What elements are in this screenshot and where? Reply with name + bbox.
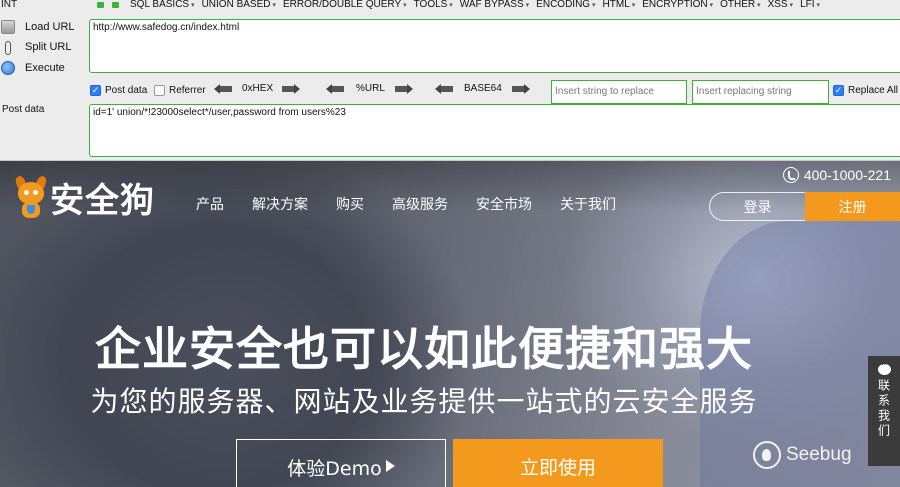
dog-mascot-icon xyxy=(14,174,48,220)
load-url-label: Load URL xyxy=(25,21,75,33)
options-row: ✓ Post data Referrer 0xHEX %URL BASE64 I… xyxy=(90,80,900,104)
url-encoder: %URL xyxy=(326,83,413,94)
menu-encoding[interactable]: ENCODING xyxy=(536,0,595,10)
hex-label: 0xHEX xyxy=(242,83,274,94)
menu-xss[interactable]: XSS xyxy=(768,0,793,10)
seebug-text: Seebug xyxy=(786,444,852,465)
contact-us-widget[interactable]: 联系我们 xyxy=(868,356,900,466)
hero-subtitle: 为您的服务器、网站及业务提供一站式的云安全服务 xyxy=(90,385,758,418)
auth-buttons: 登录 注册 xyxy=(709,192,900,221)
green-add-icon[interactable] xyxy=(112,2,119,8)
post-data-input[interactable]: id=1' union/*!23000select*/user,password… xyxy=(89,104,900,157)
load-url-button[interactable]: Load URL xyxy=(0,18,75,36)
chat-bubble-icon xyxy=(877,359,891,375)
base64-decode-arrow-icon[interactable] xyxy=(435,83,453,94)
menu-html[interactable]: HTML xyxy=(603,0,636,10)
referrer-checkbox-label: Referrer xyxy=(169,85,206,96)
contact-us-label: 联系我们 xyxy=(876,379,891,439)
execute-label: Execute xyxy=(25,62,65,74)
base64-encode-arrow-icon[interactable] xyxy=(511,83,530,94)
split-url-button[interactable]: Split URL xyxy=(0,38,71,56)
demo-button-label: 体验Demo xyxy=(287,458,382,480)
replacing-string-input[interactable]: Insert replacing string xyxy=(692,80,829,104)
empty-checkbox-icon xyxy=(154,85,165,96)
execute-button[interactable]: Execute xyxy=(0,59,65,77)
post-data-label: Post data xyxy=(2,104,45,115)
url-input[interactable]: http://www.safedog.cn/index.html xyxy=(89,19,900,73)
post-data-checkbox[interactable]: ✓ Post data xyxy=(90,85,147,96)
nav-item-services[interactable]: 高级服务 xyxy=(392,194,448,214)
website-hero: 安全狗 产品 解决方案 购买 高级服务 安全市场 关于我们 400-1000-2… xyxy=(0,161,900,487)
hex-encode-arrow-icon[interactable] xyxy=(282,83,301,94)
url-label: %URL xyxy=(356,83,385,94)
seebug-bug-icon xyxy=(753,441,781,469)
split-url-label: Split URL xyxy=(25,41,72,53)
replace-string-input[interactable]: Insert string to replace xyxy=(551,80,687,104)
nav-item-products[interactable]: 产品 xyxy=(196,194,224,214)
execute-icon xyxy=(1,61,15,75)
menu-error-double-query[interactable]: ERROR/DOUBLE QUERY xyxy=(283,0,407,10)
base64-label: BASE64 xyxy=(464,83,502,94)
checkmark-icon: ✓ xyxy=(90,85,101,96)
use-now-button[interactable]: 立即使用 xyxy=(453,439,663,487)
phone-icon xyxy=(782,167,799,183)
main-nav: 产品 解决方案 购买 高级服务 安全市场 关于我们 xyxy=(196,194,644,214)
split-url-icon xyxy=(1,40,15,55)
menu-encryption[interactable]: ENCRYPTION xyxy=(642,0,713,10)
phone-number: 400-1000-221 xyxy=(782,167,891,183)
url-encode-arrow-icon[interactable] xyxy=(394,83,413,94)
register-button[interactable]: 注册 xyxy=(805,192,900,221)
phone-text: 400-1000-221 xyxy=(803,167,891,183)
nav-item-about[interactable]: 关于我们 xyxy=(560,194,616,214)
seebug-watermark: Seebug xyxy=(753,441,852,469)
nav-item-solutions[interactable]: 解决方案 xyxy=(252,194,308,214)
replace-all-checkbox[interactable]: ✓ Replace All xyxy=(833,85,898,96)
menu-lfi[interactable]: LFI xyxy=(800,0,820,10)
logo-text: 安全狗 xyxy=(50,181,155,221)
nav-item-buy[interactable]: 购买 xyxy=(336,194,364,214)
green-toggle-icon[interactable] xyxy=(97,2,104,8)
menu-waf-bypass[interactable]: WAF BYPASS xyxy=(460,0,529,10)
hackbar-menubar: INT SQL BASICS UNION BASED ERROR/DOUBLE … xyxy=(0,0,900,11)
menu-tools[interactable]: TOOLS xyxy=(414,0,453,10)
menu-union-based[interactable]: UNION BASED xyxy=(202,0,276,10)
int-menu[interactable]: INT xyxy=(1,0,17,10)
login-button[interactable]: 登录 xyxy=(709,192,805,221)
base64-encoder: BASE64 xyxy=(435,83,530,94)
hex-encoder: 0xHEX xyxy=(214,83,301,94)
play-arrow-icon xyxy=(385,460,395,472)
hackbar-panel: INT SQL BASICS UNION BASED ERROR/DOUBLE … xyxy=(0,0,900,161)
demo-button[interactable]: 体验Demo xyxy=(236,439,446,487)
url-decode-arrow-icon[interactable] xyxy=(326,83,344,94)
referrer-checkbox[interactable]: Referrer xyxy=(154,85,206,96)
safedog-logo[interactable]: 安全狗 xyxy=(14,173,155,222)
menu-sql-basics[interactable]: SQL BASICS xyxy=(130,0,195,10)
hero-title: 企业安全也可以如此便捷和强大 xyxy=(95,322,753,376)
checkmark-icon: ✓ xyxy=(833,85,844,96)
replace-all-label: Replace All xyxy=(848,85,899,96)
hex-decode-arrow-icon[interactable] xyxy=(214,83,232,94)
nav-item-market[interactable]: 安全市场 xyxy=(476,194,532,214)
menu-other[interactable]: OTHER xyxy=(720,0,760,10)
load-url-icon xyxy=(1,20,15,34)
post-data-checkbox-label: Post data xyxy=(105,85,148,96)
